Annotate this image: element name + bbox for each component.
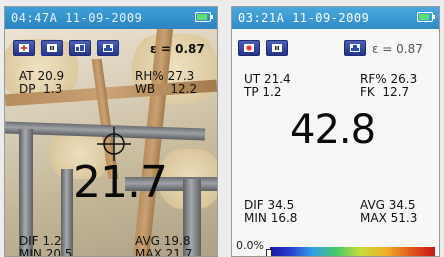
dp-label: DP [19, 82, 36, 96]
tp-value: 1.2 [262, 85, 282, 99]
min-label: MIN [19, 247, 42, 257]
fk-readout: FK 12.7 [360, 86, 409, 99]
rh-label: RH% [135, 69, 164, 83]
dif-label: DIF [244, 198, 264, 212]
laser-button[interactable] [13, 40, 35, 56]
main-temperature: 21.7 [73, 157, 168, 208]
pause-button[interactable] [266, 40, 288, 56]
avg-value: 19.8 [163, 234, 191, 248]
status-bar: 03:21A 11-09-2009 [232, 7, 439, 29]
thermal-mode-icon [103, 44, 113, 52]
min-label: MIN [244, 211, 267, 225]
pause-button[interactable] [41, 40, 63, 56]
thermal-mode-icon [350, 44, 360, 52]
at-label: AT [19, 69, 34, 83]
max-label: MAX [135, 247, 162, 257]
datetime: 03:21A 11-09-2009 [238, 11, 370, 25]
battery-icon [195, 12, 213, 22]
tp-label: TP [244, 85, 259, 99]
main-temperature: 42.8 [290, 107, 376, 153]
thermal-mode-button[interactable] [344, 40, 366, 56]
wb-value: 12.2 [170, 82, 198, 96]
dif-label: DIF [19, 234, 39, 248]
fk-label: FK [360, 85, 375, 99]
at-value: 20.9 [37, 69, 65, 83]
color-scale-bar [270, 247, 435, 256]
image-mode-button[interactable] [69, 40, 91, 56]
toolbar [13, 40, 119, 56]
scale-marker[interactable] [266, 249, 272, 256]
thermal-camera-screen: 04:47A 11-09-2009 ε = 0.87 AT 20.9 DP 1.… [4, 6, 218, 257]
thermal-mode-button[interactable] [97, 40, 119, 56]
crosshair-icon [97, 127, 131, 161]
thermometer-screen: 03:21A 11-09-2009 ε = 0.87 UT 21.4 TP 1.… [231, 6, 440, 257]
rf-label: RF% [360, 72, 387, 86]
wb-label: WB [135, 82, 156, 96]
ut-label: UT [244, 72, 261, 86]
wet-bulb-readout: WB 12.2 [135, 83, 197, 96]
emissivity-value: ε = 0.87 [372, 42, 423, 56]
emissivity-value: ε = 0.87 [150, 42, 205, 56]
avg-value: 34.5 [388, 198, 416, 212]
pause-icon [47, 44, 57, 52]
rf-value: 26.3 [390, 72, 418, 86]
max-value: 21.7 [165, 247, 193, 257]
min-value: 16.8 [270, 211, 298, 225]
datetime: 04:47A 11-09-2009 [11, 11, 143, 25]
image-mode-icon [75, 44, 85, 52]
toolbar-right [344, 40, 366, 56]
tp-readout: TP 1.2 [244, 86, 282, 99]
max-label: MAX [360, 211, 387, 225]
laser-icon [244, 44, 254, 52]
rh-value: 27.3 [167, 69, 195, 83]
dif-value: 34.5 [267, 198, 295, 212]
dif-value: 1.2 [42, 234, 62, 248]
dew-point-readout: DP 1.3 [19, 83, 62, 96]
scale-percent: 0.0% [236, 239, 264, 252]
toolbar [238, 40, 288, 56]
min-readout: MIN 20.5 [19, 248, 72, 257]
pause-icon [272, 44, 282, 52]
laser-button[interactable] [238, 40, 260, 56]
laser-icon [19, 44, 29, 52]
avg-label: AVG [135, 234, 160, 248]
battery-icon [417, 12, 435, 22]
max-value: 51.3 [390, 211, 418, 225]
min-readout: MIN 16.8 [244, 212, 297, 225]
status-bar: 04:47A 11-09-2009 [5, 7, 217, 29]
fk-value: 12.7 [382, 85, 410, 99]
avg-label: AVG [360, 198, 385, 212]
max-readout: MAX 21.7 [135, 248, 192, 257]
min-value: 20.5 [45, 247, 73, 257]
dp-value: 1.3 [43, 82, 63, 96]
ut-value: 21.4 [263, 72, 291, 86]
max-readout: MAX 51.3 [360, 212, 417, 225]
